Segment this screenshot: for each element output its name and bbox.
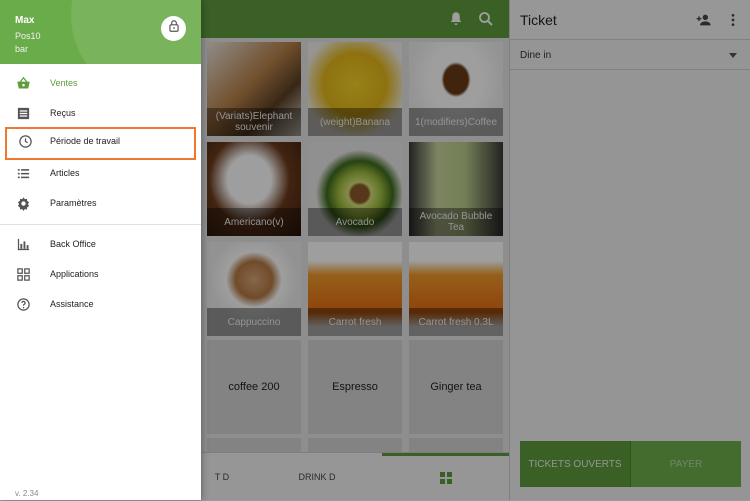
menu-item-recus[interactable]: Reçus (0, 99, 201, 129)
app-version: v. 2.34 (15, 489, 39, 498)
menu-item-label: Back Office (50, 239, 96, 249)
list-icon (16, 166, 31, 181)
menu-item-label: Assistance (50, 299, 94, 309)
menu-item-label: Période de travail (50, 136, 121, 146)
menu-item-periode-de-travail[interactable]: Période de travail (5, 127, 196, 160)
pos-name: Pos10 (15, 31, 41, 41)
menu-item-ventes[interactable]: Ventes (0, 69, 201, 99)
menu-item-applications[interactable]: Applications (0, 260, 201, 290)
menu-item-label: Articles (50, 168, 80, 178)
menu-item-back-office[interactable]: Back Office (0, 230, 201, 260)
menu-divider (0, 224, 201, 225)
store-name: bar (15, 44, 29, 54)
drawer-header: Max Pos10 bar (0, 0, 201, 64)
apps-icon (16, 267, 31, 282)
basket-icon (16, 76, 31, 91)
lock-button[interactable] (161, 16, 186, 41)
menu-item-parametres[interactable]: Paramètres (0, 189, 201, 219)
clock-icon (18, 134, 33, 149)
navigation-drawer: Max Pos10 bar Ventes Reçus Période de tr… (0, 0, 201, 500)
help-icon (16, 297, 31, 312)
menu-item-assistance[interactable]: Assistance (0, 290, 201, 320)
menu-item-label: Applications (50, 269, 99, 279)
bar-chart-icon (16, 237, 31, 252)
receipt-icon (16, 106, 31, 121)
user-name: Max (15, 15, 35, 26)
menu-item-label: Reçus (50, 108, 76, 118)
gear-icon (16, 196, 31, 211)
menu-item-label: Paramètres (50, 198, 97, 208)
menu-item-label: Ventes (50, 78, 78, 88)
lock-icon (167, 19, 181, 38)
menu-item-articles[interactable]: Articles (0, 159, 201, 189)
